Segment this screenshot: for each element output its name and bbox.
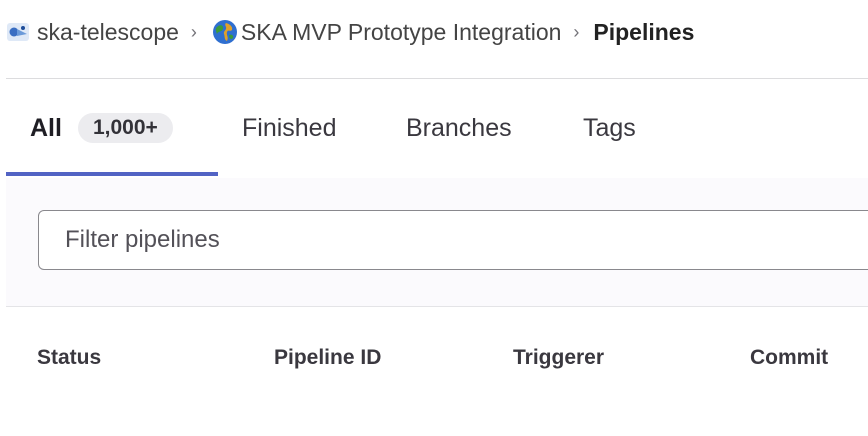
breadcrumb-project[interactable]: SKA MVP Prototype Integration [211,18,561,46]
pipeline-tabs: All 1,000+ Finished Branches Tags [6,80,868,179]
tab-tags[interactable]: Tags [583,80,636,176]
column-header-pipeline-id: Pipeline ID [274,346,382,369]
filter-pipelines-input[interactable] [38,210,868,270]
breadcrumb-current: Pipelines [593,18,695,45]
tab-finished-label: Finished [242,113,337,142]
pipelines-page: ska-telescope › SKA MVP Prototype Integr… [0,0,868,436]
column-header-commit: Commit [750,346,829,369]
breadcrumb-group[interactable]: ska-telescope [6,19,179,46]
ska-group-avatar-icon [7,23,29,41]
tab-tags-label: Tags [583,113,636,142]
breadcrumb-group-label: ska-telescope [37,18,179,45]
column-header-status: Status [37,346,102,369]
tab-branches[interactable]: Branches [406,80,512,176]
filter-bar [6,178,868,307]
tab-all[interactable]: All 1,000+ [30,80,173,176]
tab-all-label: All [30,113,62,142]
tab-branches-label: Branches [406,113,512,142]
count-badge: 1,000+ [77,113,173,143]
globe-icon [212,20,237,44]
divider [6,78,868,79]
tab-finished[interactable]: Finished [242,80,337,176]
breadcrumb-separator: › [190,21,197,42]
breadcrumb: ska-telescope › SKA MVP Prototype Integr… [6,14,694,50]
table-header-row: Status Pipeline ID Triggerer Commit [0,336,868,382]
breadcrumb-project-label: SKA MVP Prototype Integration [240,18,562,45]
breadcrumb-separator: › [573,21,580,42]
column-header-triggerer: Triggerer [513,346,605,369]
active-tab-indicator [6,172,218,176]
